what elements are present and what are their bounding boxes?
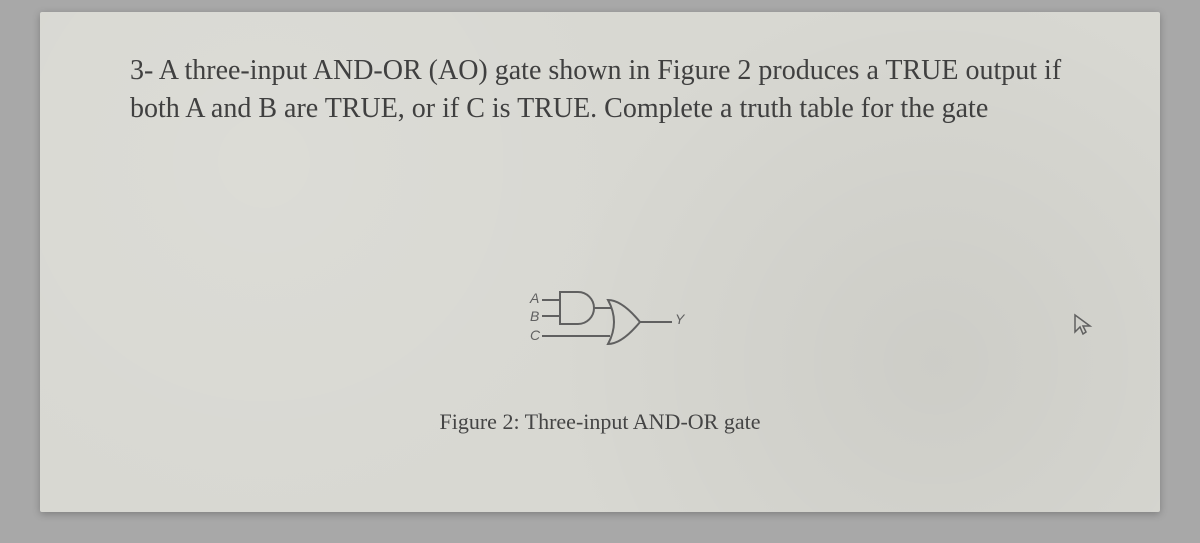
cursor-icon [1071,312,1095,336]
question-number: 3- [130,55,153,86]
input-label-a: A [530,290,539,306]
output-label-y: Y [675,311,684,327]
document-page: 3- A three-input AND-OR (AO) gate shown … [40,12,1160,512]
figure-area: A B C Y [40,282,1160,435]
figure-caption: Figure 2: Three-input AND-OR gate [40,409,1160,435]
question-text: A three-input AND-OR (AO) gate shown in … [130,55,1061,124]
question-block: 3- A three-input AND-OR (AO) gate shown … [130,52,1070,128]
input-label-c: C [530,327,540,343]
circuit-diagram: A B C Y [500,282,700,372]
input-label-b: B [530,308,539,324]
